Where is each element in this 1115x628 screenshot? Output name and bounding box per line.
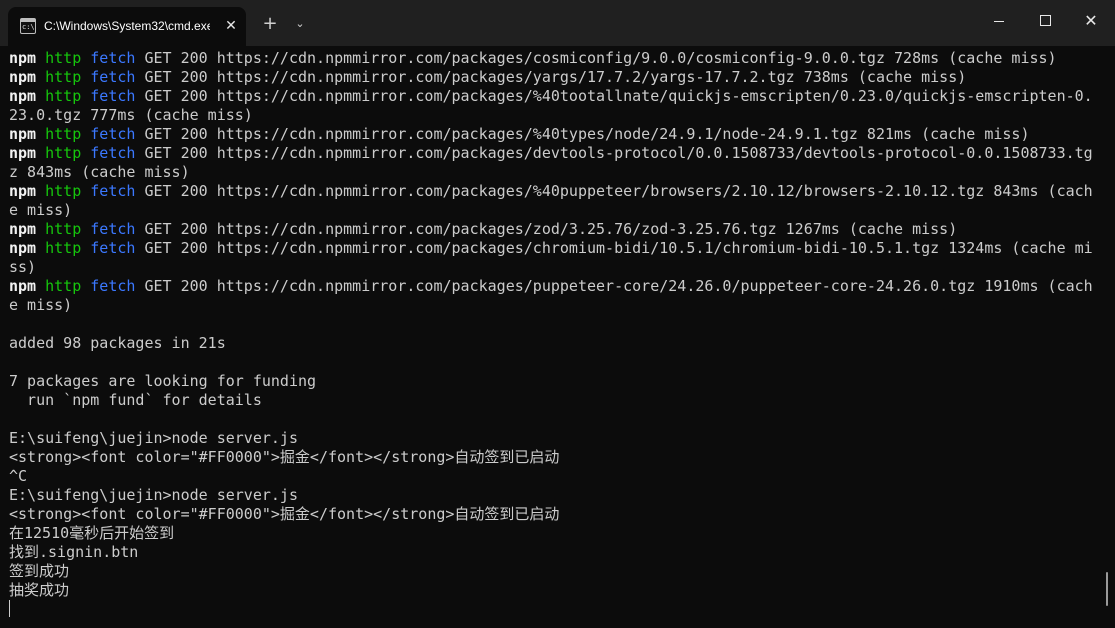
cmd-icon [20, 18, 36, 34]
npm-log-line: npm http fetch GET 200 https://cdn.npmmi… [9, 220, 1099, 239]
console-output-line: E:\suifeng\juejin>node server.js [9, 429, 298, 447]
npm-log-line: npm http fetch GET 200 https://cdn.npmmi… [9, 144, 1099, 163]
console-output-line: <strong><font color="#FF0000">掘金</font><… [9, 505, 560, 523]
http-label: http [45, 182, 82, 200]
http-label: http [45, 125, 82, 143]
npm-log-line: npm http fetch GET 200 https://cdn.npmmi… [9, 182, 1099, 201]
scrollbar-thumb[interactable] [1106, 572, 1108, 606]
console-output-line: 签到成功 [9, 562, 70, 580]
maximize-button[interactable] [1022, 0, 1068, 42]
npm-log-text: GET 200 https://cdn.npmmirror.com/packag… [135, 182, 1093, 200]
npm-log-line: npm http fetch GET 200 https://cdn.npmmi… [9, 239, 1099, 258]
npm-log-wrap-line: e miss) [9, 296, 73, 314]
npm-log-text: GET 200 https://cdn.npmmirror.com/packag… [135, 87, 1093, 105]
fetch-label: fetch [90, 68, 136, 86]
console-output-line: 找到.signin.btn [9, 543, 139, 561]
new-tab-button[interactable]: + [256, 10, 284, 38]
npm-label: npm [9, 49, 37, 67]
npm-log-line: npm http fetch GET 200 https://cdn.npmmi… [9, 68, 1099, 87]
npm-log-wrap-line: e miss) [9, 201, 73, 219]
console-output-line: run `npm fund` for details [9, 391, 262, 409]
npm-log-text: GET 200 https://cdn.npmmirror.com/packag… [135, 144, 1093, 162]
npm-log-line: npm http fetch GET 200 https://cdn.npmmi… [9, 125, 1099, 144]
npm-label: npm [9, 182, 37, 200]
http-label: http [45, 68, 82, 86]
fetch-label: fetch [90, 239, 136, 257]
npm-label: npm [9, 68, 37, 86]
http-label: http [45, 277, 82, 295]
http-label: http [45, 239, 82, 257]
console-output-line: ^C [9, 467, 28, 485]
maximize-icon [1039, 15, 1051, 26]
console-output-line: <strong><font color="#FF0000">掘金</font><… [9, 448, 560, 466]
npm-log-line: npm http fetch GET 200 https://cdn.npmmi… [9, 49, 1099, 68]
console-output-line: added 98 packages in 21s [9, 334, 226, 352]
console-output-line: 抽奖成功 [9, 581, 70, 599]
console-output-line: 在12510毫秒后开始签到 [9, 524, 175, 542]
fetch-label: fetch [90, 144, 136, 162]
npm-label: npm [9, 125, 37, 143]
title-bar: C:\Windows\System32\cmd.exe ✕ + ⌄ ✕ [0, 0, 1115, 46]
terminal-output[interactable]: npm http fetch GET 200 https://cdn.npmmi… [9, 49, 1099, 625]
fetch-label: fetch [90, 220, 136, 238]
fetch-label: fetch [90, 49, 136, 67]
npm-label: npm [9, 220, 37, 238]
npm-log-line: npm http fetch GET 200 https://cdn.npmmi… [9, 277, 1099, 296]
npm-label: npm [9, 239, 37, 257]
close-window-button[interactable]: ✕ [1068, 0, 1114, 42]
minimize-button[interactable] [976, 0, 1022, 42]
npm-label: npm [9, 87, 37, 105]
npm-label: npm [9, 277, 37, 295]
fetch-label: fetch [90, 87, 136, 105]
console-output-line: E:\suifeng\juejin>node server.js [9, 486, 298, 504]
npm-log-text: GET 200 https://cdn.npmmirror.com/packag… [135, 49, 1057, 67]
tab-close-icon[interactable]: ✕ [220, 15, 242, 37]
http-label: http [45, 87, 82, 105]
fetch-label: fetch [90, 182, 136, 200]
terminal-tab[interactable]: C:\Windows\System32\cmd.exe ✕ [8, 7, 246, 46]
npm-log-text: GET 200 https://cdn.npmmirror.com/packag… [135, 125, 1030, 143]
npm-log-wrap-line: ss) [9, 258, 37, 276]
chevron-down-icon[interactable]: ⌄ [286, 10, 314, 38]
fetch-label: fetch [90, 125, 136, 143]
npm-log-text: GET 200 https://cdn.npmmirror.com/packag… [135, 68, 967, 86]
fetch-label: fetch [90, 277, 136, 295]
prompt-line [9, 600, 1099, 619]
http-label: http [45, 49, 82, 67]
npm-label: npm [9, 144, 37, 162]
npm-log-text: GET 200 https://cdn.npmmirror.com/packag… [135, 239, 1093, 257]
npm-log-line: npm http fetch GET 200 https://cdn.npmmi… [9, 87, 1099, 106]
tab-title: C:\Windows\System32\cmd.exe [44, 19, 210, 33]
http-label: http [45, 220, 82, 238]
npm-log-text: GET 200 https://cdn.npmmirror.com/packag… [135, 277, 1093, 295]
minimize-icon [994, 20, 1004, 22]
npm-log-wrap-line: 23.0.tgz 777ms (cache miss) [9, 106, 253, 124]
npm-log-text: GET 200 https://cdn.npmmirror.com/packag… [135, 220, 958, 238]
http-label: http [45, 144, 82, 162]
text-cursor [9, 600, 10, 617]
npm-log-wrap-line: z 843ms (cache miss) [9, 163, 190, 181]
console-output-line: 7 packages are looking for funding [9, 372, 317, 390]
